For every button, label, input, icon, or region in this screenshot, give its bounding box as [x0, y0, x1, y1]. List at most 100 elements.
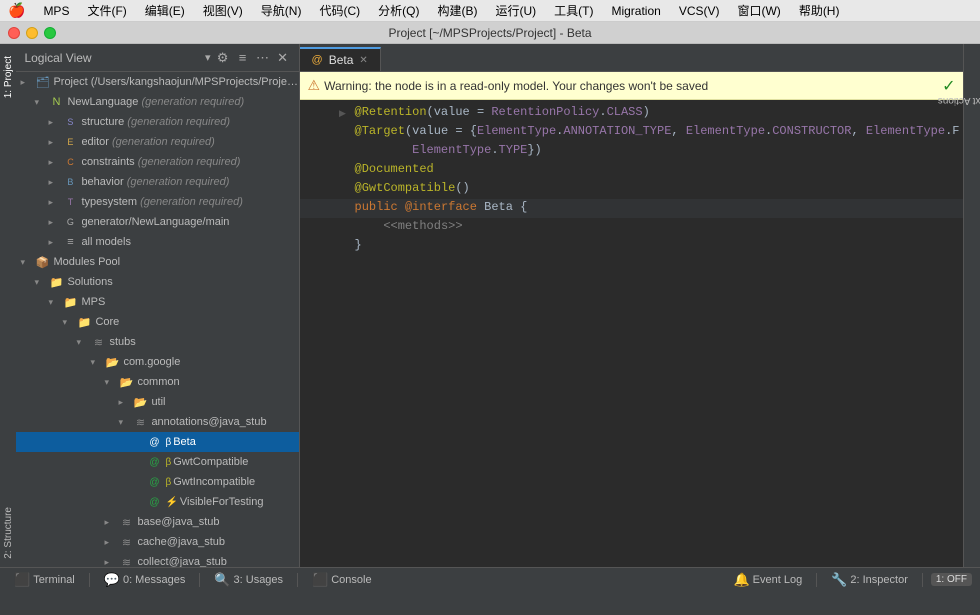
code-editor[interactable]: ▶ @Retention(value = RetentionPolicy.CLA…	[300, 100, 964, 567]
menu-edit[interactable]: 编辑(E)	[137, 0, 193, 21]
terminal-button[interactable]: ⬛ Terminal	[8, 570, 81, 590]
line-number-7	[300, 218, 335, 237]
tree-item-gwtcompatible[interactable]: @ β GwtCompatible	[16, 452, 298, 472]
tree-item-modulespool[interactable]: ▾ 📦 Modules Pool	[16, 252, 298, 272]
menu-migration[interactable]: Migration	[603, 2, 668, 20]
package-icon-base: ≋	[118, 514, 134, 530]
inspector-button[interactable]: 🔧 2: Inspector	[825, 570, 914, 590]
tree-label-structure: structure (generation required)	[81, 116, 230, 128]
tree-label-stubs: stubs	[109, 336, 135, 348]
menu-analyze[interactable]: 分析(Q)	[370, 0, 427, 21]
menu-help[interactable]: 帮助(H)	[791, 0, 848, 21]
terminal-icon: ⬛	[14, 572, 30, 588]
tree-label-generator: generator/NewLanguage/main	[81, 216, 229, 228]
tree-item-behavior[interactable]: ▸ B behavior (generation required)	[16, 172, 298, 192]
tree-item-beta[interactable]: @ β Beta	[16, 432, 298, 452]
options-icon[interactable]: ⋯	[255, 50, 271, 66]
maximize-button[interactable]	[44, 27, 56, 39]
annotation-icon-visiblefortesting: @	[146, 494, 162, 510]
aspect-icon-generator: G	[62, 214, 78, 230]
tree-item-common[interactable]: ▾ 📂 common	[16, 372, 298, 392]
tree-item-generator[interactable]: ▸ G generator/NewLanguage/main	[16, 212, 298, 232]
settings-icon[interactable]: ⚙	[215, 50, 231, 66]
line-marker-3	[335, 142, 351, 161]
tree-item-annotations[interactable]: ▾ ≋ annotations@java_stub	[16, 412, 298, 432]
tree-label-gwtincompatible: GwtIncompatible	[173, 476, 255, 488]
sort-icon[interactable]: ≡	[235, 50, 251, 66]
tree-label-constraints: constraints (generation required)	[81, 156, 240, 168]
line-marker-5	[335, 180, 351, 199]
tree-item-core[interactable]: ▾ 📁 Core	[16, 312, 298, 332]
line-number-2	[300, 123, 335, 142]
usages-button[interactable]: 🔍 3: Usages	[208, 570, 289, 590]
line-number-3	[300, 142, 335, 161]
line-number-5	[300, 180, 335, 199]
line-marker-4	[335, 161, 351, 180]
tree-item-project[interactable]: ▸ 🗂 Project (/Users/kangshaojun/MPSProje…	[16, 72, 298, 92]
menu-mps[interactable]: MPS	[35, 2, 77, 20]
close-button[interactable]	[8, 27, 20, 39]
editor-tab-beta[interactable]: @ Beta ✕	[300, 47, 381, 71]
console-label: Console	[331, 574, 371, 586]
inspector-label: 2: Inspector	[850, 574, 907, 586]
line-number-8	[300, 237, 335, 256]
menu-vcs[interactable]: VCS(V)	[671, 2, 728, 20]
console-button[interactable]: ⬛ Console	[306, 570, 378, 590]
menu-build[interactable]: 构建(B)	[429, 0, 485, 21]
tree-item-base[interactable]: ▸ ≋ base@java_stub	[16, 512, 298, 532]
tab-close-icon[interactable]: ✕	[359, 55, 367, 66]
project-icon: 🗂	[34, 74, 50, 90]
tree-label-visiblefortesting: VisibleForTesting	[180, 496, 264, 508]
tree-item-stubs[interactable]: ▾ ≋ stubs	[16, 332, 298, 352]
line-marker-1[interactable]: ▶	[335, 104, 351, 123]
code-content-4: @Documented	[351, 161, 964, 180]
tree-label-util: util	[151, 396, 165, 408]
tree-item-solutions[interactable]: ▾ 📁 Solutions	[16, 272, 298, 292]
menu-run[interactable]: 运行(U)	[487, 0, 544, 21]
tree-item-mps[interactable]: ▾ 📁 MPS	[16, 292, 298, 312]
language-icon: N	[48, 94, 64, 110]
main-content: 1: Project 2: Structure Logical View ▾ ⚙…	[0, 44, 980, 567]
sidebar-tab-structure[interactable]: 2: Structure	[1, 499, 16, 567]
apple-menu[interactable]: 🍎	[8, 2, 25, 19]
messages-button[interactable]: 💬 0: Messages	[98, 570, 192, 590]
menu-view[interactable]: 视图(V)	[195, 0, 251, 21]
event-log-button[interactable]: 🔔 Event Log	[727, 570, 808, 590]
tree-item-editor[interactable]: ▸ E editor (generation required)	[16, 132, 298, 152]
tree-item-util[interactable]: ▸ 📂 util	[16, 392, 298, 412]
menu-file[interactable]: 文件(F)	[79, 0, 134, 21]
line-number-4	[300, 161, 335, 180]
fold-marker-1[interactable]: ▶	[339, 108, 346, 119]
menu-code[interactable]: 代码(C)	[311, 0, 368, 21]
tree-item-visiblefortesting[interactable]: @ ⚡ VisibleForTesting	[16, 492, 298, 512]
tree-label-core: Core	[95, 316, 119, 328]
hide-icon[interactable]: ✕	[275, 50, 291, 66]
project-title: Logical View	[24, 51, 201, 65]
tree-item-constraints[interactable]: ▸ C constraints (generation required)	[16, 152, 298, 172]
tree-label-newlanguage: NewLanguage (generation required)	[67, 96, 244, 108]
line-marker-6	[335, 199, 351, 218]
tree-item-collect[interactable]: ▸ ≋ collect@java_stub	[16, 552, 298, 567]
code-line-7: <<methods>>	[300, 218, 964, 237]
tree-item-com-google[interactable]: ▾ 📂 com.google	[16, 352, 298, 372]
menu-navigate[interactable]: 导航(N)	[253, 0, 310, 21]
menu-window[interactable]: 窗口(W)	[729, 0, 788, 21]
code-line-4: @Documented	[300, 161, 964, 180]
sidebar-tab-project[interactable]: 1: Project	[1, 48, 16, 106]
code-content-6: public @interface Beta {	[351, 199, 964, 218]
tree-item-gwtincompatible[interactable]: @ β GwtIncompatible	[16, 472, 298, 492]
project-panel-header: Logical View ▾ ⚙ ≡ ⋯ ✕	[16, 44, 298, 72]
tree-item-typesystem[interactable]: ▸ T typesystem (generation required)	[16, 192, 298, 212]
tree-item-cache[interactable]: ▸ ≋ cache@java_stub	[16, 532, 298, 552]
tree-item-structure[interactable]: ▸ S structure (generation required)	[16, 112, 298, 132]
tree-item-allmodels[interactable]: ▸ ≡ all models	[16, 232, 298, 252]
aspect-icon-editor: E	[62, 134, 78, 150]
messages-icon: 💬	[104, 572, 120, 588]
tree-label-mps: MPS	[81, 296, 105, 308]
menu-tools[interactable]: 工具(T)	[546, 0, 601, 21]
minimize-button[interactable]	[26, 27, 38, 39]
right-tab-context-actions[interactable]: Context Actions	[929, 93, 980, 108]
dropdown-icon[interactable]: ▾	[205, 51, 211, 64]
tree-item-newlanguage[interactable]: ▾ N NewLanguage (generation required)	[16, 92, 298, 112]
solutions-icon: 📁	[48, 274, 64, 290]
